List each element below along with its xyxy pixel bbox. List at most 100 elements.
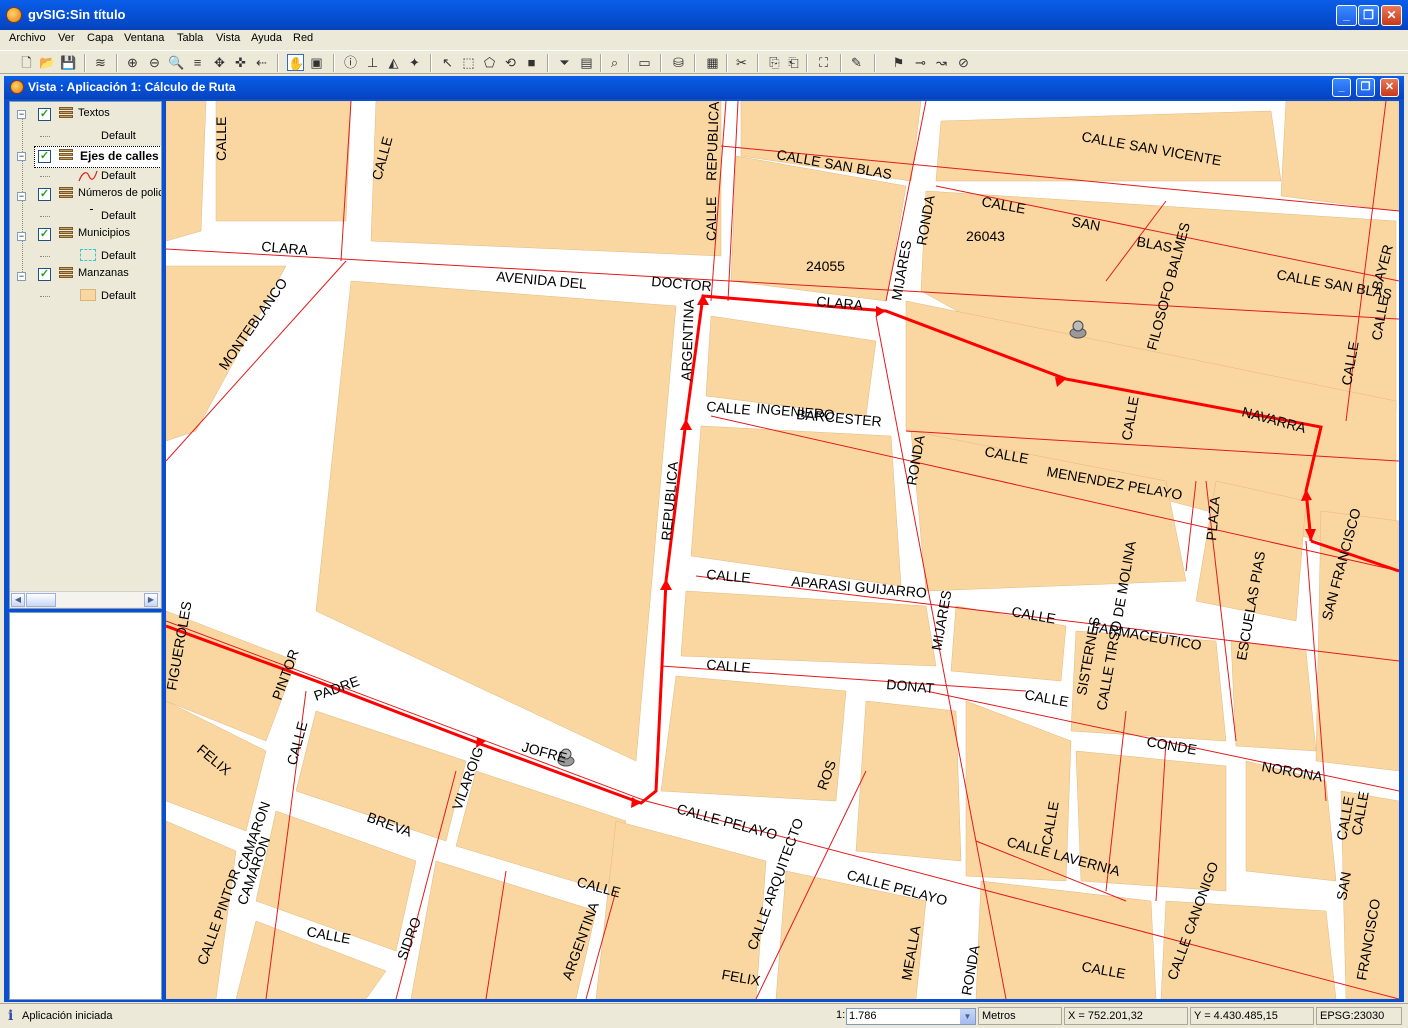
edit-icon[interactable]: ✎ — [848, 54, 865, 71]
paste-icon[interactable]: ⎗ — [785, 54, 802, 71]
status-bar: i Aplicación iniciada 1: 1.786 ▼ Metros … — [0, 1003, 1408, 1028]
minimize-button[interactable]: _ — [1336, 5, 1357, 26]
menu-archivo[interactable]: Archivo — [9, 32, 46, 44]
measure-area-icon[interactable]: ◭ — [385, 54, 402, 71]
menu-vista[interactable]: Vista — [216, 32, 240, 44]
menu-ayuda[interactable]: Ayuda — [251, 32, 282, 44]
map-svg[interactable]: CALLE CALLECLARAAVENIDA DEL DOCTORCLARAMON… — [166, 101, 1399, 999]
view-maximize-button[interactable]: ❐ — [1356, 78, 1375, 97]
select-invert-icon[interactable]: ⟲ — [502, 54, 519, 71]
view-title-bar: Vista : Aplicación 1: Cálculo de Ruta _ … — [4, 76, 1404, 99]
toc-legend-numeros: Default — [101, 210, 136, 222]
toc-collapse-ejes[interactable]: − — [17, 152, 26, 161]
toc-layer-municipios[interactable]: Municipios — [78, 227, 130, 239]
select-polygon-icon[interactable]: ⬠ — [481, 54, 498, 71]
chevron-down-icon[interactable]: ▼ — [960, 1009, 975, 1024]
open-folder-icon[interactable]: 📂 — [39, 54, 56, 71]
scroll-right-icon[interactable]: ▶ — [144, 593, 158, 607]
zoom-fixed-icon[interactable]: ✜ — [232, 54, 249, 71]
save-icon[interactable]: 💾 — [60, 54, 77, 71]
view-minimize-button[interactable]: _ — [1332, 78, 1351, 97]
toc-collapse-textos[interactable]: − — [17, 110, 26, 119]
menu-bar: Archivo Ver Capa Ventana Tabla Vista Ayu… — [0, 30, 1408, 48]
scale-combobox[interactable]: 1.786 ▼ — [846, 1008, 976, 1025]
toc-legend-municipios: Default — [101, 250, 136, 262]
units-field: Metros — [978, 1007, 1062, 1025]
toc-layer-numeros[interactable]: Números de polici — [78, 187, 161, 199]
search-icon[interactable]: ⌕ — [606, 54, 623, 71]
y-coordinate: Y = 4.430.485,15 — [1190, 1007, 1314, 1025]
toc-collapse-manzanas[interactable]: − — [17, 272, 26, 281]
overview-map[interactable] — [9, 612, 162, 1000]
network-barrier-icon[interactable]: ⊸ — [912, 54, 929, 71]
maximize-button[interactable]: ❐ — [1358, 5, 1379, 26]
layer-icon — [58, 107, 74, 121]
layers-icon[interactable]: ⛶ — [815, 54, 832, 71]
select-pointer-icon[interactable]: ↖ — [439, 54, 456, 71]
toc-horizontal-scrollbar[interactable]: ◀ ▶ — [10, 591, 160, 607]
toolbar: 🗋 📂 💾 ≋ ⊕ ⊖ 🔍 ≡ ✥ ✜ ⇠ ✋ ▣ ⓘ ⊥ ◭ ✦ ↖ ⬚ ⬠ … — [0, 50, 1408, 74]
view-title: Vista : Aplicación 1: Cálculo de Ruta — [28, 80, 236, 94]
line-symbol-icon — [78, 170, 98, 182]
scroll-left-icon[interactable]: ◀ — [11, 593, 25, 607]
graph-icon[interactable]: ⛁ — [670, 54, 687, 71]
toc-check-ejes[interactable]: ✓ — [38, 150, 51, 163]
toc-layer-textos[interactable]: Textos — [78, 107, 110, 119]
add-layer-icon[interactable]: ≋ — [92, 54, 109, 71]
polygon-outline-symbol-icon — [80, 249, 96, 261]
close-button[interactable]: ✕ — [1381, 5, 1402, 26]
copy-icon[interactable]: ⎘ — [766, 54, 783, 71]
tools-icon[interactable]: ✂ — [733, 54, 750, 71]
toc-check-manzanas[interactable]: ✓ — [38, 268, 51, 281]
street-label: CALLE — [213, 117, 229, 161]
menu-capa[interactable]: Capa — [87, 32, 113, 44]
filter-icon[interactable]: ⏷ — [556, 54, 573, 71]
toc-layer-ejes[interactable]: Ejes de calles — [80, 149, 159, 163]
zoom-window-icon[interactable]: 🔍 — [168, 54, 185, 71]
new-file-icon[interactable]: 🗋 — [18, 54, 35, 71]
app-title: gvSIG:Sin título — [28, 7, 126, 22]
block-number-label: 26043 — [966, 228, 1005, 244]
toc-check-municipios[interactable]: ✓ — [38, 228, 51, 241]
layer-icon — [58, 267, 74, 281]
menu-red[interactable]: Red — [293, 32, 313, 44]
toc-collapse-municipios[interactable]: − — [17, 232, 26, 241]
menu-ventana[interactable]: Ventana — [124, 32, 164, 44]
map-canvas[interactable]: CALLE CALLE CLARA AVENIDA DEL DOCTOR CLARA MON… — [166, 101, 1399, 999]
toc-layer-manzanas[interactable]: Manzanas — [78, 267, 129, 279]
x-coordinate: X = 752.201,32 — [1064, 1007, 1188, 1025]
pan-previous-icon[interactable]: ⇠ — [253, 54, 270, 71]
layer-icon — [58, 149, 74, 163]
toc-check-textos[interactable]: ✓ — [38, 108, 51, 121]
network-clear-icon[interactable]: ⊘ — [955, 54, 972, 71]
street-label: ARGENTINA — [678, 298, 697, 381]
select-rectangle-icon[interactable]: ⬚ — [460, 54, 477, 71]
pan-hand-icon[interactable]: ✋ — [287, 54, 304, 71]
scroll-thumb[interactable] — [26, 593, 56, 607]
street-label: CALLE PELAYO — [675, 800, 779, 842]
select-clear-icon[interactable]: ■ — [523, 54, 540, 71]
network-flag-icon[interactable]: ⚑ — [890, 54, 907, 71]
zoom-full-icon[interactable]: ✥ — [211, 54, 228, 71]
locator-icon[interactable]: ▣ — [308, 54, 325, 71]
menu-ver[interactable]: Ver — [58, 32, 75, 44]
view-close-button[interactable]: ✕ — [1380, 78, 1399, 97]
info-icon[interactable]: ⓘ — [342, 54, 359, 71]
network-route-icon[interactable]: ↝ — [933, 54, 950, 71]
zoom-layer-icon[interactable]: ≡ — [189, 54, 206, 71]
toc-collapse-numeros[interactable]: − — [17, 192, 26, 201]
street-label: DOCTOR — [651, 273, 713, 294]
measure-distance-icon[interactable]: ⊥ — [364, 54, 381, 71]
toc-legend-ejes: Default — [101, 170, 136, 182]
street-label: CALLE — [706, 656, 752, 676]
select-by-layer-icon[interactable]: ▤ — [578, 54, 595, 71]
view-icon — [10, 80, 24, 94]
polygon-fill-symbol-icon — [80, 289, 96, 301]
menu-tabla[interactable]: Tabla — [177, 32, 203, 44]
zoom-out-icon[interactable]: ⊖ — [146, 54, 163, 71]
zoom-in-icon[interactable]: ⊕ — [124, 54, 141, 71]
toc-check-numeros[interactable]: ✓ — [38, 188, 51, 201]
table-icon[interactable]: ▦ — [704, 54, 721, 71]
hyperlink-icon[interactable]: ✦ — [406, 54, 423, 71]
draw-rectangle-icon[interactable]: ▭ — [636, 54, 653, 71]
